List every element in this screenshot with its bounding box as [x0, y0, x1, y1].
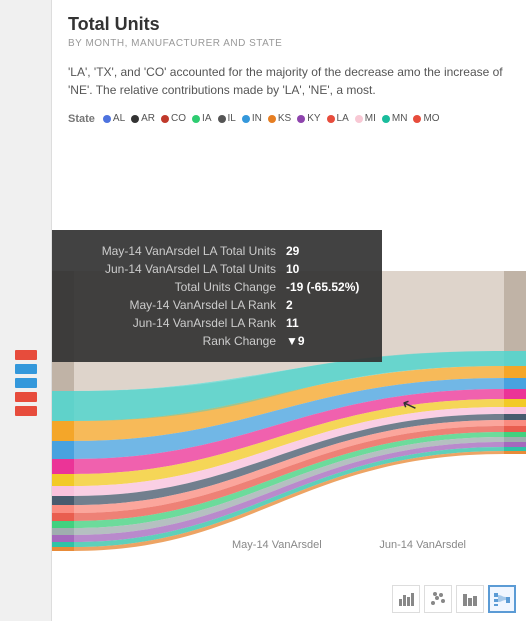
bar-chart-button[interactable]: [392, 585, 420, 613]
legend-text-il: IL: [228, 113, 236, 124]
column-chart-button[interactable]: [456, 585, 484, 613]
legend-dot-in: [242, 115, 250, 123]
legend-text-mn: MN: [392, 113, 408, 124]
tooltip-key-2: Total Units Change: [68, 280, 286, 294]
legend-item-mi: MI: [355, 113, 376, 124]
column-chart-icon: [462, 591, 478, 607]
main-container: Total Units BY MONTH, MANUFACTURER AND S…: [0, 0, 526, 621]
legend-item-mn: MN: [382, 113, 408, 124]
legend-label: State: [68, 113, 95, 125]
legend-dot-co: [161, 115, 169, 123]
tooltip-key-1: Jun-14 VanArsdel LA Total Units: [68, 262, 286, 276]
legend-text-ky: KY: [307, 113, 320, 124]
legend-item-ia: IA: [192, 113, 211, 124]
legend-text-al: AL: [113, 113, 125, 124]
legend-dot-mn: [382, 115, 390, 123]
tooltip-value-0: 29: [286, 244, 366, 258]
bottom-toolbar: [392, 585, 516, 613]
sankey-chart-icon: [494, 591, 510, 607]
sidebar-color-red3: [15, 406, 37, 416]
right-node-beige: [504, 271, 526, 351]
tooltip-row-3: May-14 VanArsdel LA Rank 2: [68, 296, 366, 314]
header: Total Units BY MONTH, MANUFACTURER AND S…: [52, 0, 526, 55]
tooltip-key-5: Rank Change: [68, 334, 286, 348]
tooltip-row-4: Jun-14 VanArsdel LA Rank 11: [68, 314, 366, 332]
tooltip-value-4: 11: [286, 316, 366, 330]
legend-text-ks: KS: [278, 113, 291, 124]
scatter-chart-icon: [430, 591, 446, 607]
legend-text-la: LA: [337, 113, 349, 124]
legend-dot-ky: [297, 115, 305, 123]
tooltip-value-1: 10: [286, 262, 366, 276]
sidebar-color-blue2: [15, 378, 37, 388]
tooltip-value-2: -19 (-65.52%): [286, 280, 366, 294]
legend-item-mo: MO: [413, 113, 439, 124]
legend-item-co: CO: [161, 113, 186, 124]
bar-chart-icon: [398, 591, 414, 607]
legend-text-mi: MI: [365, 113, 376, 124]
description-text: 'LA', 'TX', and 'CO' accounted for the m…: [52, 55, 526, 107]
legend-item-il: IL: [218, 113, 236, 124]
legend-item-in: IN: [242, 113, 262, 124]
tooltip-panel: May-14 VanArsdel LA Total Units 29 Jun-1…: [52, 230, 382, 362]
legend-dot-ks: [268, 115, 276, 123]
chart-subtitle: BY MONTH, MANUFACTURER AND STATE: [68, 38, 510, 49]
legend-item-ks: KS: [268, 113, 291, 124]
tooltip-key-4: Jun-14 VanArsdel LA Rank: [68, 316, 286, 330]
tooltip-value-3: 2: [286, 298, 366, 312]
legend-dot-ia: [192, 115, 200, 123]
legend-text-ar: AR: [141, 113, 155, 124]
axis-label-left: May-14 VanArsdel: [232, 539, 322, 551]
tooltip-row-5: Rank Change ▼9: [68, 332, 366, 350]
legend-item-ar: AR: [131, 113, 155, 124]
sidebar-color-blue: [15, 364, 37, 374]
legend-text-in: IN: [252, 113, 262, 124]
legend-item-al: AL: [103, 113, 125, 124]
legend-dot-mo: [413, 115, 421, 123]
sidebar-color-red: [15, 350, 37, 360]
tooltip-row-0: May-14 VanArsdel LA Total Units 29: [68, 242, 366, 260]
chart-title: Total Units: [68, 14, 510, 36]
scatter-chart-button[interactable]: [424, 585, 452, 613]
tooltip-row-1: Jun-14 VanArsdel LA Total Units 10: [68, 260, 366, 278]
legend-item-la: LA: [327, 113, 349, 124]
legend-dot-al: [103, 115, 111, 123]
sidebar-color-red2: [15, 392, 37, 402]
axis-label-right: Jun-14 VanArsdel: [379, 539, 466, 551]
axis-labels: May-14 VanArsdel Jun-14 VanArsdel: [52, 539, 526, 551]
tooltip-row-2: Total Units Change -19 (-65.52%): [68, 278, 366, 296]
tooltip-key-0: May-14 VanArsdel LA Total Units: [68, 244, 286, 258]
legend-text-co: CO: [171, 113, 186, 124]
legend-dot-la: [327, 115, 335, 123]
legend-text-mo: MO: [423, 113, 439, 124]
legend-area: State AL AR CO IA IL: [52, 107, 526, 131]
legend-item-ky: KY: [297, 113, 320, 124]
content-area: Total Units BY MONTH, MANUFACTURER AND S…: [52, 0, 526, 621]
tooltip-key-3: May-14 VanArsdel LA Rank: [68, 298, 286, 312]
sankey-chart-button[interactable]: [488, 585, 516, 613]
sidebar-strip: [0, 0, 52, 621]
legend-dot-ar: [131, 115, 139, 123]
tooltip-value-5: ▼9: [286, 334, 366, 348]
legend-text-ia: IA: [202, 113, 211, 124]
legend-dot-il: [218, 115, 226, 123]
legend-dot-mi: [355, 115, 363, 123]
